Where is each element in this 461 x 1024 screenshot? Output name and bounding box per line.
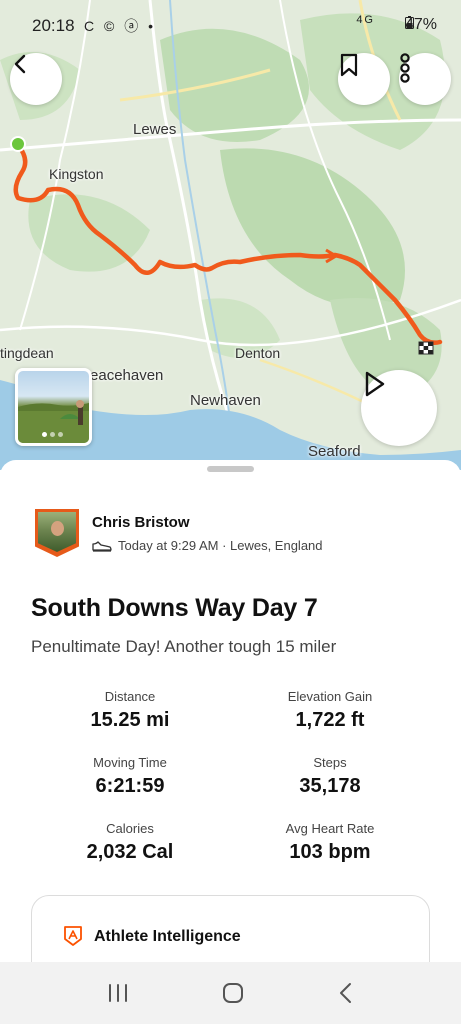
- stat-label: Distance: [104, 689, 156, 704]
- map-label-seaford: Seaford: [308, 443, 361, 460]
- home-icon[interactable]: [222, 982, 244, 1004]
- map-label-newhaven: Newhaven: [190, 392, 261, 409]
- stat-value: 15.25 mi: [90, 709, 170, 731]
- stat-value: 6:21:59: [95, 775, 165, 797]
- notification-icons: C © ⓐ •: [84, 18, 156, 34]
- route-map[interactable]: Lewes Kingston tingdean Denton Peacehave…: [0, 0, 461, 470]
- recent-apps-icon[interactable]: [107, 983, 129, 1003]
- stat-value: 103 bpm: [289, 841, 371, 863]
- network-indicator: 4G: [356, 14, 375, 26]
- stat-avg-heart-rate: Avg Heart Rate 103 bpm: [230, 821, 430, 864]
- status-bar: 20:18 C © ⓐ • 4G 47%: [0, 0, 461, 50]
- stat-elevation-gain: Elevation Gain 1,722 ft: [230, 689, 430, 732]
- stat-label: Steps: [313, 755, 347, 770]
- system-back-icon[interactable]: [338, 982, 354, 1004]
- pager-dot: [58, 432, 63, 437]
- battery-indicator: 47%: [404, 16, 437, 34]
- system-navigation-bar: [0, 962, 461, 1024]
- athlete-intelligence-title: Athlete Intelligence: [94, 928, 241, 945]
- avatar-photo: [38, 512, 76, 552]
- activity-meta: Today at 9:29 AM · Lewes, England: [92, 538, 323, 553]
- more-options-button[interactable]: [399, 53, 451, 105]
- athlete-name[interactable]: Chris Bristow: [92, 514, 190, 531]
- shoe-icon: [92, 540, 112, 552]
- more-vertical-icon: [400, 53, 410, 83]
- photo-pager: [42, 432, 63, 437]
- stat-value: 1,722 ft: [295, 709, 365, 731]
- stat-label: Moving Time: [93, 755, 167, 770]
- pager-dot: [50, 432, 55, 437]
- stat-value: 35,178: [299, 775, 361, 797]
- sheet-drag-handle[interactable]: [207, 466, 254, 472]
- play-flyover-button[interactable]: [361, 370, 437, 446]
- avatar[interactable]: [35, 509, 79, 557]
- bookmark-button[interactable]: [338, 53, 390, 105]
- status-time: 20:18: [32, 16, 75, 35]
- activity-details-sheet[interactable]: Chris Bristow Today at 9:29 AM · Lewes, …: [0, 460, 461, 1024]
- activity-title: South Downs Way Day 7: [31, 594, 318, 622]
- stat-value: 2,032 Cal: [86, 841, 174, 863]
- pager-dot-active: [42, 432, 47, 437]
- battery-icon: [404, 16, 414, 29]
- map-label-lewes: Lewes: [133, 121, 177, 138]
- activity-photo-thumbnail[interactable]: [15, 368, 92, 446]
- stat-calories: Calories 2,032 Cal: [30, 821, 230, 864]
- activity-date-location: Today at 9:29 AM · Lewes, England: [118, 538, 323, 553]
- activity-screen: Lewes Kingston tingdean Denton Peacehave…: [0, 0, 461, 1024]
- stat-moving-time: Moving Time 6:21:59: [30, 755, 230, 798]
- chevron-left-icon: [14, 54, 26, 74]
- activity-description: Penultimate Day! Another tough 15 miler: [31, 637, 337, 656]
- map-label-rottingdean: tingdean: [0, 345, 54, 361]
- stat-label: Calories: [106, 821, 154, 836]
- map-label-peacehaven: Peacehaven: [80, 367, 164, 384]
- stat-label: Avg Heart Rate: [285, 821, 375, 836]
- back-button[interactable]: [10, 53, 62, 105]
- bookmark-icon: [340, 53, 358, 77]
- stat-steps: Steps 35,178: [230, 755, 430, 798]
- athlete-intelligence-icon: [64, 926, 82, 946]
- map-label-kingston: Kingston: [49, 166, 104, 182]
- avatar-face: [51, 521, 64, 536]
- stat-label: Elevation Gain: [287, 689, 373, 704]
- stat-distance: Distance 15.25 mi: [30, 689, 230, 732]
- play-icon: [365, 371, 385, 397]
- map-label-denton: Denton: [235, 345, 281, 361]
